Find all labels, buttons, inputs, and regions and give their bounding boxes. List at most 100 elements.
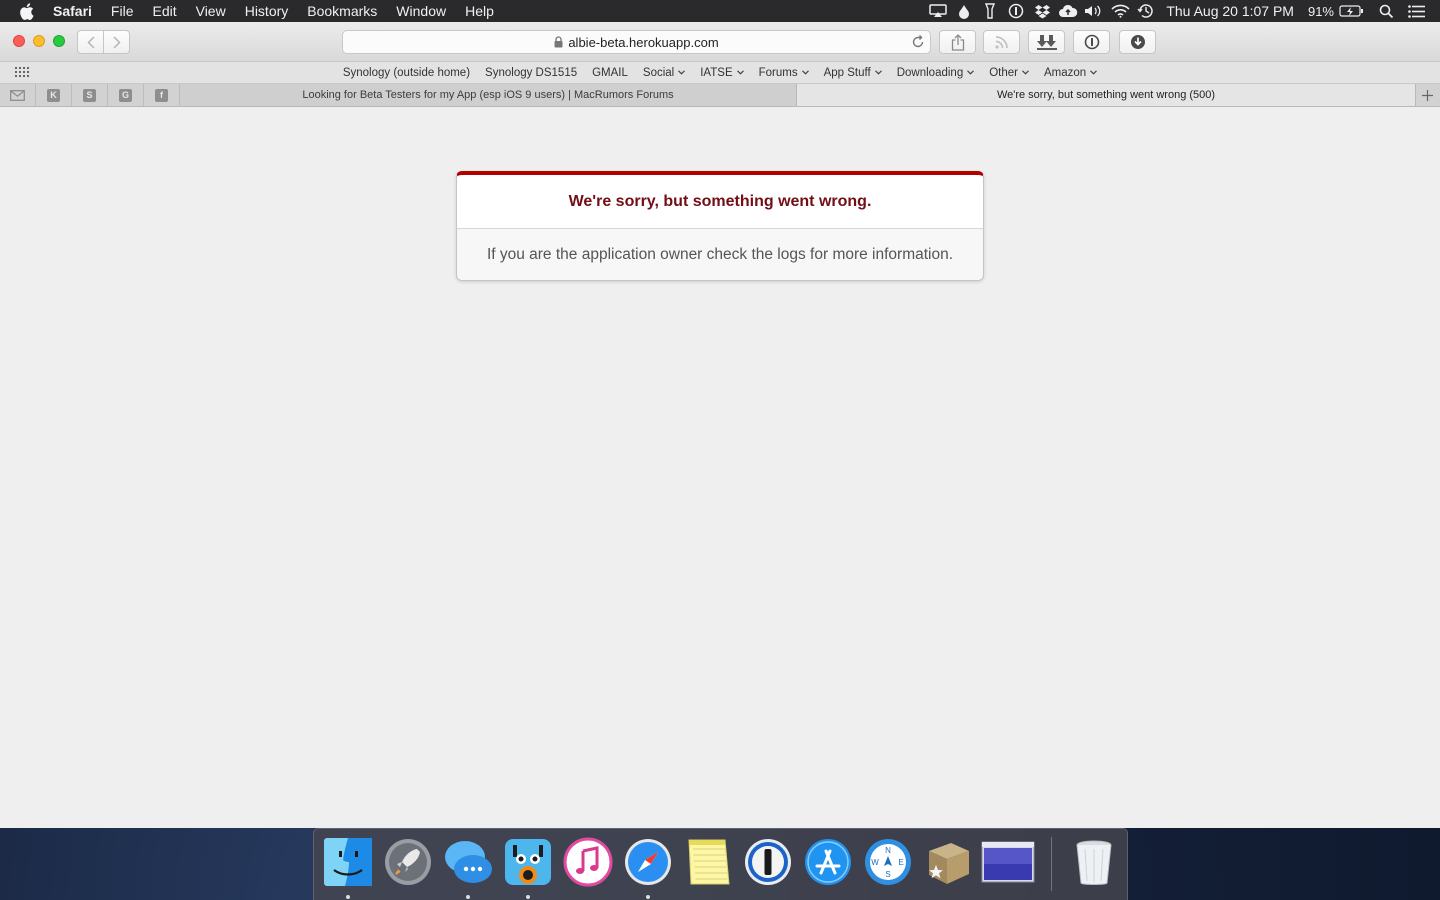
forward-button[interactable] bbox=[103, 30, 130, 54]
favorite-synology-ds1515[interactable]: Synology DS1515 bbox=[485, 67, 577, 79]
show-all-bookmarks-icon[interactable] bbox=[15, 67, 30, 82]
downloader-extension-button[interactable] bbox=[1028, 30, 1065, 54]
spotlight-icon[interactable] bbox=[1376, 0, 1396, 22]
lock-icon bbox=[554, 36, 563, 48]
dock-finder-icon[interactable] bbox=[323, 837, 373, 887]
battery-icon[interactable] bbox=[1338, 0, 1364, 22]
dock-safari-icon[interactable] bbox=[623, 837, 673, 887]
chevron-down-icon bbox=[874, 70, 882, 75]
dock-archive-icon[interactable] bbox=[923, 837, 973, 887]
close-window-button[interactable] bbox=[13, 35, 25, 47]
flashlight-icon[interactable] bbox=[980, 0, 1000, 22]
menu-bar: Safari File Edit View History Bookmarks … bbox=[0, 0, 1440, 22]
pinned-tab-k[interactable]: K bbox=[36, 84, 72, 106]
pinned-tab-s[interactable]: S bbox=[72, 84, 108, 106]
chevron-right-icon bbox=[112, 35, 121, 49]
reload-icon[interactable] bbox=[911, 35, 925, 49]
favorite-gmail[interactable]: GMAIL bbox=[592, 67, 628, 79]
favorite-synology-outside[interactable]: Synology (outside home) bbox=[343, 67, 470, 79]
time-machine-icon[interactable] bbox=[1136, 0, 1156, 22]
pinned-tab-g[interactable]: G bbox=[108, 84, 144, 106]
safari-window: albie-beta.herokuapp.com Synology (outsi… bbox=[0, 22, 1440, 828]
k-favicon-icon: K bbox=[47, 88, 60, 102]
onepassword-icon bbox=[1084, 34, 1100, 50]
tab-bar: K S G f Looking for Beta Testers for my … bbox=[0, 84, 1440, 107]
dock-1password-icon[interactable] bbox=[743, 837, 793, 887]
fullscreen-window-button[interactable] bbox=[53, 35, 65, 47]
pinned-tab-facebook[interactable]: f bbox=[144, 84, 180, 106]
download-icon bbox=[1130, 34, 1146, 50]
volume-icon[interactable] bbox=[1084, 0, 1104, 22]
tab-error-500[interactable]: We're sorry, but something went wrong (5… bbox=[797, 84, 1415, 106]
menu-edit[interactable]: Edit bbox=[152, 3, 176, 19]
dock-itunes-icon[interactable] bbox=[563, 837, 613, 887]
menu-bookmarks[interactable]: Bookmarks bbox=[307, 3, 377, 19]
favorite-folder-amazon[interactable]: Amazon bbox=[1044, 67, 1098, 79]
error-title: We're sorry, but something went wrong. bbox=[457, 175, 983, 229]
dock-tweetbot-icon[interactable] bbox=[503, 837, 553, 887]
favorite-folder-forums[interactable]: Forums bbox=[759, 67, 809, 79]
cloud-upload-icon[interactable] bbox=[1058, 0, 1078, 22]
downloads-button[interactable] bbox=[1119, 30, 1156, 54]
notification-center-icon[interactable] bbox=[1406, 0, 1426, 22]
running-indicator bbox=[646, 895, 650, 899]
dropbox-icon[interactable] bbox=[1032, 0, 1052, 22]
dock-launchpad-icon[interactable] bbox=[383, 837, 433, 887]
battery-percent[interactable]: 91% bbox=[1308, 4, 1334, 19]
favorite-folder-app-stuff[interactable]: App Stuff bbox=[824, 67, 882, 79]
favorite-folder-social[interactable]: Social bbox=[643, 67, 686, 79]
dock-separator bbox=[1051, 837, 1052, 891]
favorite-folder-iatse[interactable]: IATSE bbox=[700, 67, 744, 79]
status-area: Thu Aug 20 1:07 PM 91% bbox=[928, 0, 1440, 22]
favorites-bar: Synology (outside home) Synology DS1515 … bbox=[0, 62, 1440, 84]
menubar-clock[interactable]: Thu Aug 20 1:07 PM bbox=[1166, 3, 1294, 19]
svg-text:W: W bbox=[871, 858, 879, 867]
dock-messages-icon[interactable] bbox=[443, 837, 493, 887]
rss-icon bbox=[994, 35, 1009, 49]
favorite-folder-other[interactable]: Other bbox=[989, 67, 1029, 79]
s-favicon-icon: S bbox=[83, 88, 96, 102]
onepassword-button[interactable] bbox=[1073, 30, 1110, 54]
menu-help[interactable]: Help bbox=[465, 3, 494, 19]
wifi-icon[interactable] bbox=[1110, 0, 1130, 22]
favorite-folder-downloading[interactable]: Downloading bbox=[897, 67, 975, 79]
download-arrows-icon bbox=[1036, 34, 1057, 50]
menu-app-name[interactable]: Safari bbox=[53, 3, 92, 19]
dock-app-store-icon[interactable] bbox=[803, 837, 853, 887]
mail-icon bbox=[10, 89, 25, 101]
share-button[interactable] bbox=[939, 30, 976, 54]
dock-notes-icon[interactable] bbox=[683, 837, 733, 887]
pinned-tabs: K S G f bbox=[0, 84, 180, 106]
menu-window[interactable]: Window bbox=[396, 3, 446, 19]
airplay-icon[interactable] bbox=[928, 0, 948, 22]
menu-view[interactable]: View bbox=[196, 3, 226, 19]
running-indicator bbox=[466, 895, 470, 899]
error-dialog: We're sorry, but something went wrong. I… bbox=[456, 171, 984, 281]
page-content: We're sorry, but something went wrong. I… bbox=[0, 107, 1440, 828]
minimize-window-button[interactable] bbox=[33, 35, 45, 47]
apple-icon[interactable] bbox=[19, 2, 35, 20]
running-indicator bbox=[526, 895, 530, 899]
dock-trash-icon[interactable] bbox=[1069, 837, 1119, 887]
url-text: albie-beta.herokuapp.com bbox=[568, 34, 719, 50]
chevron-left-icon bbox=[86, 35, 95, 49]
dock-compass-icon[interactable]: N S W E bbox=[863, 837, 913, 887]
share-icon bbox=[951, 33, 965, 51]
chevron-down-icon bbox=[678, 70, 686, 75]
pinned-tab-mail[interactable] bbox=[0, 84, 36, 106]
new-tab-button[interactable] bbox=[1415, 84, 1439, 106]
g-favicon-icon: G bbox=[119, 88, 132, 102]
chevron-down-icon bbox=[1022, 70, 1029, 75]
dock: N S W E bbox=[313, 828, 1128, 900]
svg-text:N: N bbox=[885, 846, 891, 855]
dock-screen-icon[interactable] bbox=[981, 837, 1035, 887]
svg-text:S: S bbox=[885, 870, 890, 879]
menu-file[interactable]: File bbox=[111, 3, 134, 19]
address-bar[interactable]: albie-beta.herokuapp.com bbox=[342, 30, 931, 54]
rss-button[interactable] bbox=[983, 30, 1020, 54]
onepassword-status-icon[interactable] bbox=[1006, 0, 1026, 22]
tab-macrumors[interactable]: Looking for Beta Testers for my App (esp… bbox=[180, 84, 797, 106]
back-button[interactable] bbox=[77, 30, 104, 54]
menu-history[interactable]: History bbox=[245, 3, 289, 19]
drop-icon[interactable] bbox=[954, 0, 974, 22]
